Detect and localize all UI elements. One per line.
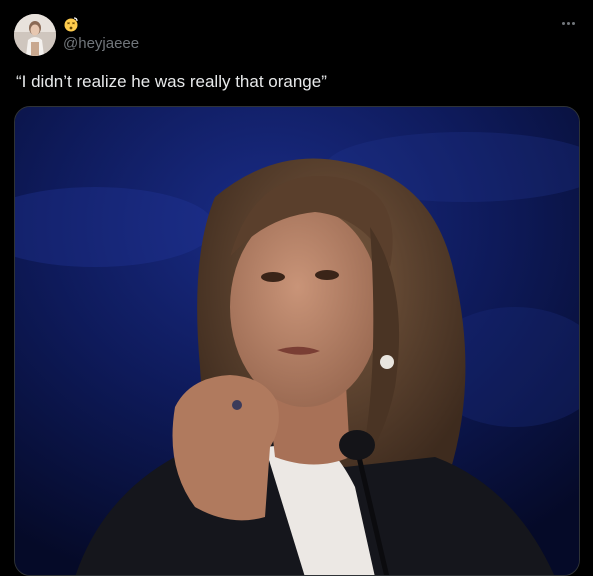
dizzy-face-emoji-icon: [63, 16, 79, 32]
tweet[interactable]: @heyjaeee “I didn’t realize he was reall…: [0, 0, 593, 576]
author-handle[interactable]: @heyjaeee: [63, 35, 139, 53]
tweet-text: “I didn’t realize he was really that ora…: [16, 72, 327, 91]
avatar[interactable]: [14, 14, 56, 56]
tweet-media-image[interactable]: [14, 106, 580, 576]
more-horizontal-icon[interactable]: [557, 14, 579, 32]
